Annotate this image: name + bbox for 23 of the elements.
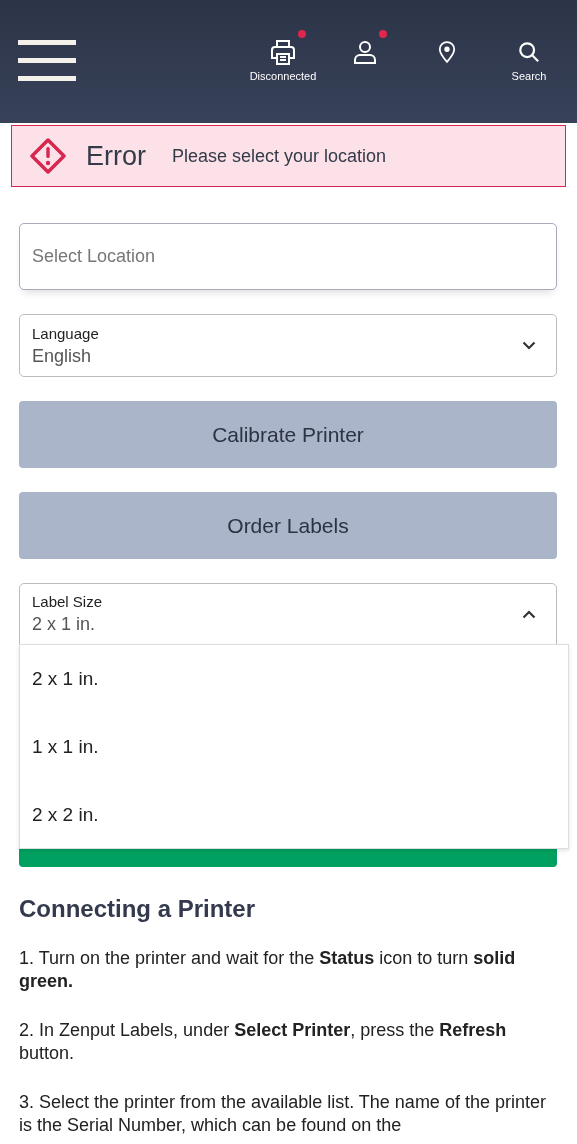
action-button[interactable]: Order Labels — [19, 492, 557, 559]
instruction-step: 1. Turn on the printer and wait for the Status icon to turn solid green. — [19, 947, 557, 993]
header-action[interactable]: Disconnected — [245, 28, 321, 84]
location-field[interactable]: Select Location — [19, 223, 557, 290]
section-heading: Connecting a Printer — [19, 895, 257, 923]
user-icon — [353, 40, 377, 64]
location-pin-icon — [438, 41, 456, 63]
language-select[interactable]: Language English — [19, 314, 557, 377]
action-button[interactable]: Calibrate Printer — [19, 401, 557, 468]
alert-dot — [298, 30, 306, 38]
dropdown-option[interactable]: 2 x 2 in. — [20, 781, 568, 849]
printer-icon — [270, 39, 296, 65]
error-title: Error — [86, 140, 146, 172]
dropdown-option[interactable]: 2 x 1 in. — [20, 645, 568, 713]
alert-dot — [379, 30, 387, 38]
dropdown-option[interactable]: 1 x 1 in. — [20, 713, 568, 781]
header-action[interactable]: Search — [491, 28, 567, 84]
instruction-step: 2. In Zenput Labels, under Select Printer, press the Refresh button. — [19, 1019, 557, 1065]
instruction-step: 3. Select the printer from the available list. The name of the printer is the Serial Number, which can be found on the — [19, 1091, 557, 1137]
search-icon — [518, 41, 540, 63]
error-message: Please select your location — [172, 145, 387, 167]
warning-diamond-icon — [30, 138, 66, 174]
menu-icon[interactable] — [18, 40, 76, 82]
